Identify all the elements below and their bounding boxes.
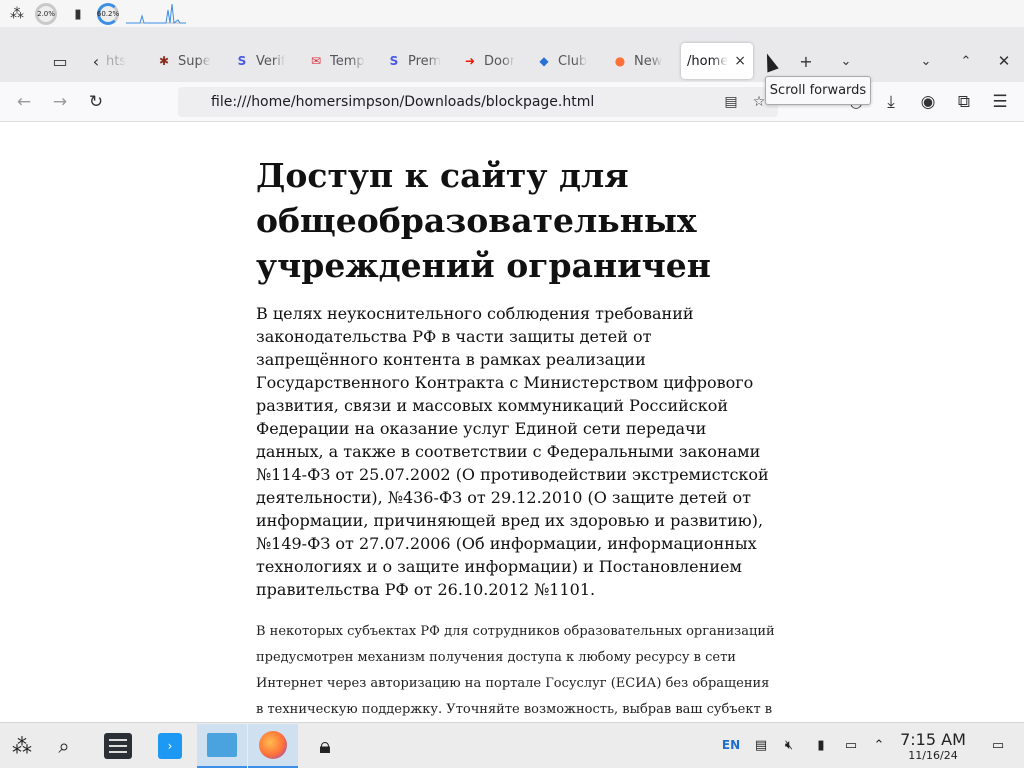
main-paragraph: В целях неукоснительного соблюдения треб… bbox=[256, 304, 769, 599]
page-viewport: Доступ к сайту для общеобразовательных у… bbox=[0, 123, 1024, 722]
cpu-monitor[interactable]: 2.0% bbox=[34, 3, 58, 25]
firefox-icon: ● bbox=[614, 54, 626, 68]
settings-app-icon bbox=[104, 733, 132, 759]
app-launcher-icon[interactable]: ⁂ bbox=[4, 727, 40, 765]
usb-icon[interactable]: ▮ bbox=[70, 3, 86, 25]
new-tab-icon[interactable]: + bbox=[790, 45, 822, 77]
firefox-app-icon bbox=[259, 731, 287, 759]
url-text[interactable]: file:///home/homersimpson/Downloads/bloc… bbox=[211, 94, 594, 110]
reload-icon[interactable]: ↻ bbox=[80, 86, 112, 118]
tab-5-label: Door bbox=[484, 53, 516, 69]
club-icon: ◆ bbox=[539, 54, 549, 68]
window-titlebar bbox=[0, 27, 1024, 40]
taskbar-app-lock[interactable]: 🔒︎ bbox=[300, 724, 350, 768]
taskbar-app-system-settings[interactable] bbox=[93, 724, 143, 768]
clock-date: 11/16/24 bbox=[908, 749, 958, 762]
menu-icon[interactable]: ☰ bbox=[984, 86, 1016, 118]
tab-1[interactable]: ✱ Supe bbox=[150, 43, 218, 79]
tab-2-label: Verif bbox=[256, 53, 286, 69]
maximize-icon[interactable]: ⌃ bbox=[950, 45, 982, 77]
tab-6-label: Club bbox=[558, 53, 588, 69]
scroll-forwards-tooltip: Scroll forwards bbox=[765, 76, 871, 105]
s-logo-icon: S bbox=[237, 54, 247, 68]
tab-1-label: Supe bbox=[178, 53, 211, 69]
reader-view-icon[interactable]: ▤ bbox=[722, 93, 740, 111]
back-icon[interactable]: ← bbox=[8, 86, 40, 118]
tab-8-label: /home bbox=[687, 53, 729, 69]
memory-label: 60.2% bbox=[96, 10, 120, 18]
tab-active[interactable]: /home × bbox=[681, 43, 753, 79]
network-icon[interactable]: ▭ bbox=[842, 735, 860, 755]
taskbar-app-files[interactable] bbox=[197, 724, 247, 768]
clock-time: 7:15 AM bbox=[900, 730, 966, 749]
taskbar-app-discover[interactable]: › bbox=[145, 724, 195, 768]
page-heading: Доступ к сайту для общеобразовательных у… bbox=[256, 156, 711, 285]
clipboard-icon[interactable]: ▤ bbox=[752, 735, 770, 755]
clock[interactable]: 7:15 AM 11/16/24 bbox=[900, 730, 966, 763]
cpu-gauge: 2.0% bbox=[35, 3, 57, 25]
downloads-icon[interactable]: ⤓ bbox=[875, 86, 907, 118]
keyboard-layout-indicator[interactable]: EN bbox=[720, 735, 742, 755]
firefox-window: ▭ ‹ hts ✱ Supe S Verif ✉ Temp S Prem ➜ D… bbox=[0, 27, 1024, 722]
tab-6[interactable]: ◆ Club bbox=[530, 43, 596, 79]
tab-5[interactable]: ➜ Door bbox=[456, 43, 522, 79]
tab-2[interactable]: S Verif bbox=[228, 43, 292, 79]
show-desktop-icon[interactable]: ▭ bbox=[988, 735, 1008, 755]
store-app-icon: › bbox=[158, 733, 182, 759]
tab-7[interactable]: ● New bbox=[606, 43, 672, 79]
mail-icon: ✉ bbox=[310, 54, 322, 68]
doordash-icon: ➜ bbox=[464, 54, 476, 68]
url-bar[interactable]: file:///home/homersimpson/Downloads/bloc… bbox=[178, 87, 778, 117]
extensions-icon[interactable]: ⧉ bbox=[948, 86, 980, 118]
system-top-panel: ⁂ 2.0% ▮ 60.2% bbox=[0, 0, 1024, 27]
tab-3-label: Temp bbox=[330, 53, 365, 69]
list-all-tabs-icon[interactable]: ⌄ bbox=[830, 45, 862, 77]
account-icon[interactable]: ◉ bbox=[912, 86, 944, 118]
tab-0[interactable]: hts bbox=[100, 43, 136, 79]
lock-app-icon: 🔒︎ bbox=[319, 733, 331, 759]
kde-launcher-icon[interactable]: ⁂ bbox=[6, 3, 28, 25]
tab-7-label: New bbox=[634, 53, 663, 69]
bug-icon: ✱ bbox=[158, 54, 170, 68]
folder-app-icon bbox=[207, 733, 237, 757]
search-icon[interactable]: ⌕ bbox=[46, 727, 82, 765]
tab-4[interactable]: S Prem bbox=[380, 43, 446, 79]
close-window-icon[interactable]: ✕ bbox=[988, 45, 1020, 77]
cpu-label: 2.0% bbox=[37, 10, 55, 18]
memory-gauge: 60.2% bbox=[97, 3, 119, 25]
network-sparkline bbox=[126, 3, 186, 24]
close-tab-icon[interactable]: × bbox=[734, 53, 746, 69]
taskbar: ⁂ ⌕ › 🔒︎ EN ▤ 🔇︎ ▮ ▭ ⌃ 7:15 AM 11/16/24 … bbox=[0, 722, 1024, 768]
tab-overview-icon[interactable]: ▭ bbox=[44, 45, 76, 77]
show-hidden-icons-chevron-up-icon[interactable]: ⌃ bbox=[870, 735, 888, 755]
tab-bar: ▭ ‹ hts ✱ Supe S Verif ✉ Temp S Prem ➜ D… bbox=[0, 40, 1024, 82]
s-logo-icon: S bbox=[389, 54, 399, 68]
volume-muted-icon[interactable]: 🔇︎ bbox=[780, 735, 798, 755]
minimize-icon[interactable]: ⌄ bbox=[910, 45, 942, 77]
forward-icon[interactable]: → bbox=[44, 86, 76, 118]
taskbar-app-firefox[interactable] bbox=[248, 724, 298, 768]
memory-monitor[interactable]: 60.2% bbox=[96, 3, 120, 25]
tab-0-label: hts bbox=[106, 53, 127, 69]
tab-4-label: Prem bbox=[408, 53, 442, 69]
tab-3[interactable]: ✉ Temp bbox=[302, 43, 366, 79]
secondary-paragraph: В некоторых субъектах РФ для сотрудников… bbox=[256, 624, 775, 717]
blockpage-content: Доступ к сайту для общеобразовательных у… bbox=[256, 153, 776, 722]
usb-device-icon[interactable]: ▮ bbox=[812, 735, 830, 755]
tooltip-text: Scroll forwards bbox=[769, 83, 867, 98]
